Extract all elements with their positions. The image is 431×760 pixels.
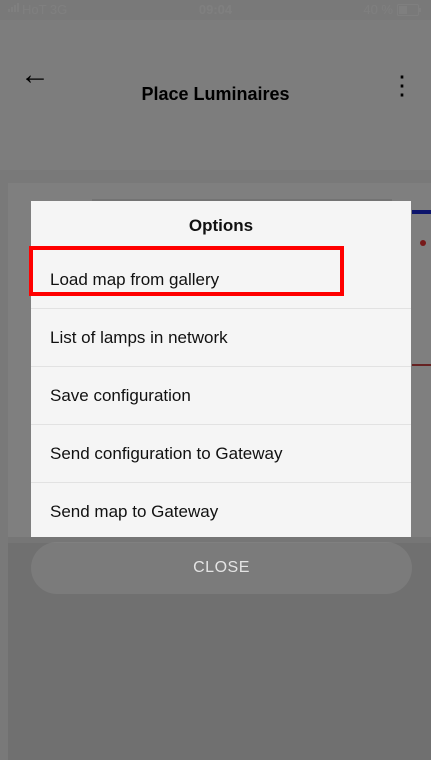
dialog-title: Options: [188, 216, 254, 235]
highlight-box: [29, 246, 344, 296]
option-send-configuration[interactable]: Send configuration to Gateway: [31, 425, 411, 483]
option-list-of-lamps[interactable]: List of lamps in network: [31, 309, 411, 367]
close-button[interactable]: CLOSE: [31, 542, 412, 594]
option-save-configuration[interactable]: Save configuration: [31, 367, 411, 425]
option-send-map[interactable]: Send map to Gateway: [31, 483, 411, 537]
